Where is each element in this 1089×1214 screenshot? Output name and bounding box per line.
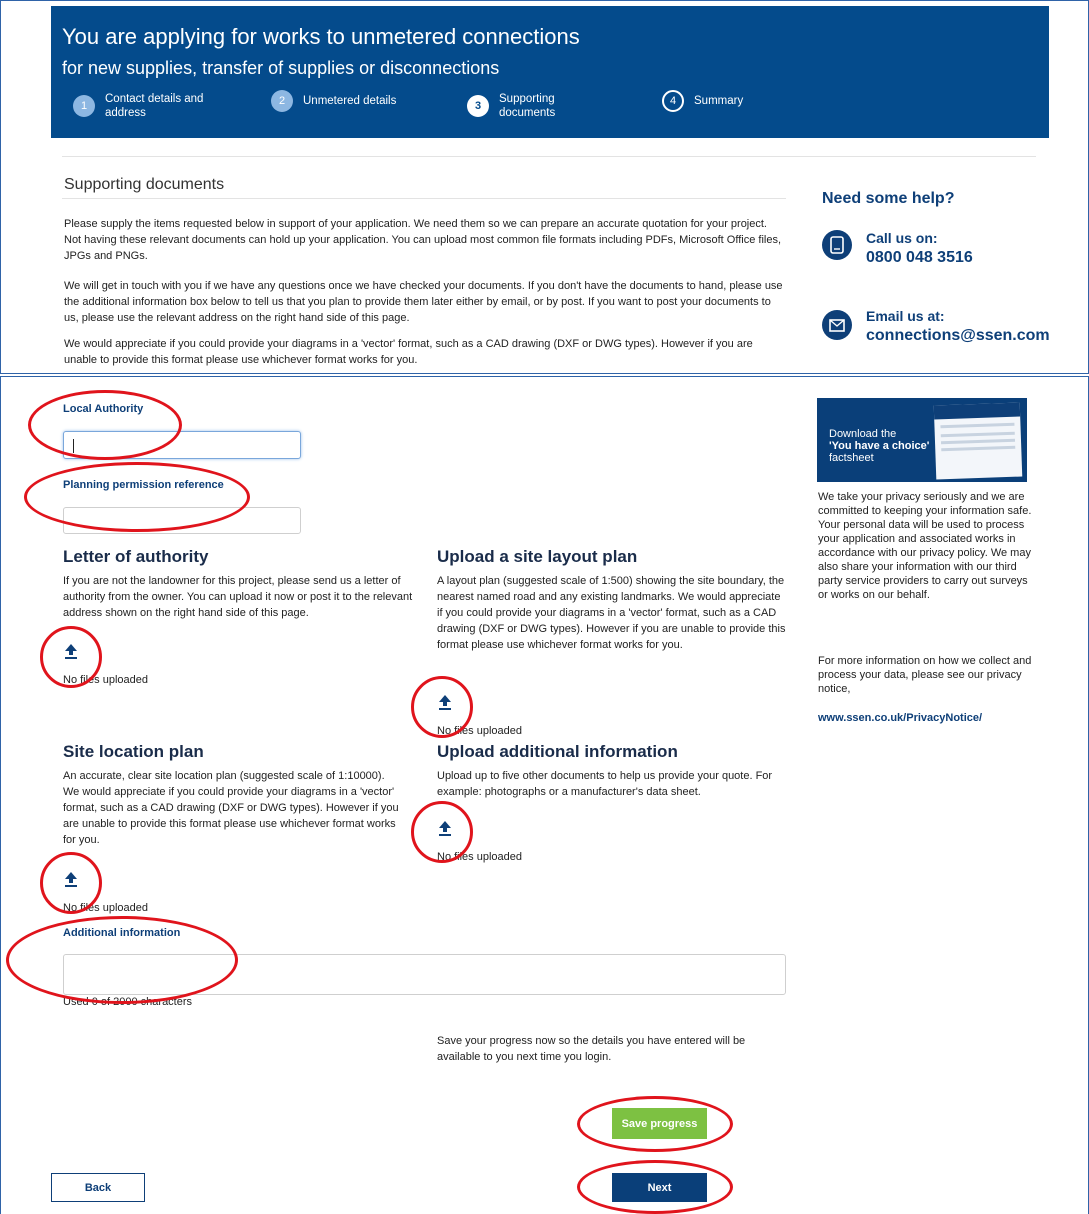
email-address[interactable]: connections@ssen.com	[866, 326, 1050, 346]
step-number: 1	[73, 95, 95, 117]
application-header: You are applying for works to unmetered …	[51, 6, 1049, 138]
step-label-line2: documents	[499, 107, 556, 119]
intro-paragraph-2: We will get in touch with you if we have…	[64, 280, 783, 324]
email-label: Email us at:	[866, 308, 945, 324]
help-title: Need some help?	[822, 190, 955, 207]
site-layout-no-files: No files uploaded	[437, 725, 523, 737]
additional-info-textarea[interactable]	[63, 954, 786, 995]
site-location-no-files: No files uploaded	[63, 902, 149, 914]
call-us: Call us on: 0800 048 3516	[866, 228, 973, 268]
upload-icon[interactable]	[435, 692, 455, 712]
more-info-text: For more information on how we collect a…	[818, 655, 1032, 695]
intro-paragraph-1: Please supply the items requested below …	[64, 218, 782, 262]
next-button[interactable]: Next	[612, 1173, 707, 1202]
letter-of-authority-title: Letter of authority	[63, 547, 209, 566]
promo-line-2: 'You have a choice'	[829, 440, 930, 452]
step-number: 3	[467, 95, 489, 117]
local-authority-label: Local Authority	[63, 403, 144, 415]
upload-icon[interactable]	[435, 818, 455, 838]
privacy-text: We take your privacy seriously and we ar…	[818, 491, 1032, 601]
page-subtitle: for new supplies, transfer of supplies o…	[62, 58, 500, 78]
step-label: Unmetered details	[303, 95, 397, 107]
email-icon	[822, 310, 852, 340]
save-note: Save your progress now so the details yo…	[437, 1035, 746, 1063]
intro-paragraph-3: We would appreciate if you could provide…	[64, 338, 753, 366]
phone-number[interactable]: 0800 048 3516	[866, 248, 973, 268]
upload-icon[interactable]	[61, 641, 81, 661]
additional-upload-title: Upload additional information	[437, 742, 678, 761]
step-label: Summary	[694, 95, 744, 107]
step-label-line2: address	[105, 107, 146, 119]
site-layout-desc: A layout plan (suggested scale of 1:500)…	[437, 575, 786, 651]
section-title: Supporting documents	[64, 176, 225, 193]
divider	[62, 156, 1036, 157]
letter-no-files: No files uploaded	[63, 674, 149, 686]
additional-upload-desc: Upload up to five other documents to hel…	[437, 770, 773, 798]
step-unmetered-details[interactable]: 2 Unmetered details	[271, 90, 396, 112]
site-location-title: Site location plan	[63, 742, 204, 761]
upload-icon[interactable]	[61, 869, 81, 889]
step-number: 4	[662, 90, 684, 112]
step-label: Contact details and	[105, 93, 204, 105]
email-us: Email us at: connections@ssen.com	[866, 306, 1050, 346]
additional-info-label: Additional information	[63, 927, 181, 939]
save-progress-button[interactable]: Save progress	[612, 1108, 707, 1139]
step-supporting-documents[interactable]: 3 Supporting documents	[467, 92, 555, 120]
additional-upload-no-files: No files uploaded	[437, 851, 523, 863]
local-authority-input[interactable]	[63, 431, 301, 459]
back-button[interactable]: Back	[51, 1173, 145, 1202]
letter-of-authority-desc: If you are not the landowner for this pr…	[63, 575, 413, 619]
promo-line-1: Download the	[829, 428, 897, 440]
char-count: Used 0 of 2000 characters	[63, 996, 193, 1008]
step-label: Supporting	[499, 93, 555, 105]
site-location-desc: An accurate, clear site location plan (s…	[63, 770, 399, 846]
promo-line-3: factsheet	[829, 452, 874, 464]
step-summary[interactable]: 4 Summary	[662, 90, 743, 112]
section-divider	[62, 198, 786, 199]
page-title: You are applying for works to unmetered …	[62, 24, 580, 49]
factsheet-thumbnail	[933, 402, 1023, 480]
phone-icon	[822, 230, 852, 260]
privacy-link[interactable]: www.ssen.co.uk/PrivacyNotice/	[818, 711, 1033, 725]
step-contact-details[interactable]: 1 Contact details and address	[73, 92, 203, 120]
promo-text: Download the 'You have a choice' factshe…	[829, 428, 929, 464]
planning-permission-input[interactable]	[63, 507, 301, 534]
call-label: Call us on:	[866, 230, 938, 246]
step-number: 2	[271, 90, 293, 112]
site-layout-title: Upload a site layout plan	[437, 547, 638, 566]
planning-permission-label: Planning permission reference	[63, 479, 224, 491]
text-caret	[73, 439, 74, 453]
factsheet-promo[interactable]: Download the 'You have a choice' factshe…	[817, 398, 1027, 482]
